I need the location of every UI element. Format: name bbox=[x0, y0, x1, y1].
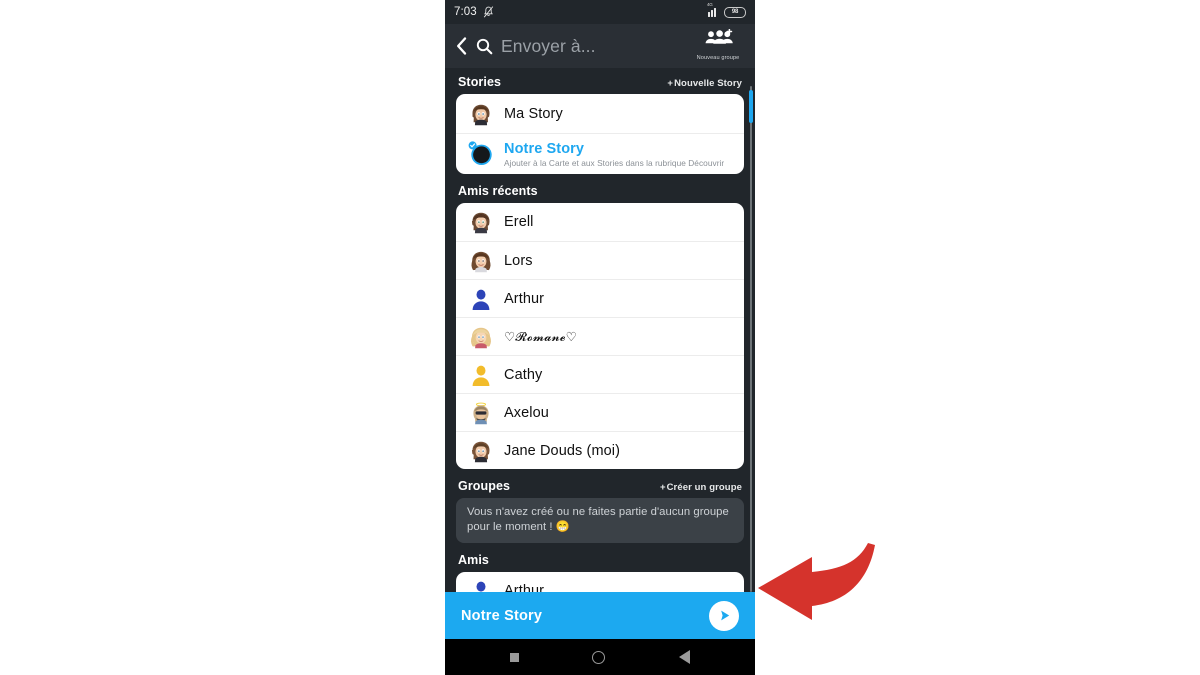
story-name: Ma Story bbox=[504, 105, 563, 122]
back-chevron-icon[interactable] bbox=[455, 36, 468, 56]
friend-row[interactable]: ♡𝓡𝓸𝓶𝓪𝓷𝓮♡ bbox=[456, 317, 744, 355]
scrollbar-track[interactable] bbox=[750, 86, 752, 592]
send-bar-label: Notre Story bbox=[461, 607, 543, 624]
android-nav-bar bbox=[445, 639, 755, 675]
new-story-label: Nouvelle Story bbox=[674, 78, 742, 89]
our-story-avatar-icon bbox=[468, 141, 494, 167]
network-type-label: 4G bbox=[707, 2, 713, 7]
section-title-stories: Stories bbox=[458, 75, 502, 89]
friend-row[interactable]: Cathy bbox=[456, 355, 744, 393]
circle-icon[interactable] bbox=[592, 650, 606, 664]
bitmoji-avatar-icon bbox=[468, 400, 494, 426]
curved-arrow-left-icon bbox=[758, 543, 875, 620]
default-avatar-icon bbox=[468, 286, 494, 312]
bitmoji-avatar-icon bbox=[468, 438, 494, 464]
new-group-button[interactable]: Nouveau groupe bbox=[691, 28, 745, 64]
screenshot-stage: 7:03 4G 98 Envoyer à... Nouveau groupe S… bbox=[0, 0, 1200, 675]
plus-icon: + bbox=[659, 482, 666, 493]
status-right-group: 4G 98 bbox=[707, 2, 746, 18]
section-header-groups: Groupes +Créer un groupe bbox=[445, 469, 755, 498]
section-header-stories: Stories +Nouvelle Story bbox=[445, 68, 755, 94]
story-text-wrap: Notre Story Ajouter à la Carte et aux St… bbox=[504, 141, 724, 168]
phone-screen: 7:03 4G 98 Envoyer à... Nouveau groupe S… bbox=[445, 0, 755, 675]
friend-row[interactable]: Erell bbox=[456, 203, 744, 241]
friend-name: ♡𝓡𝓸𝓶𝓪𝓷𝓮♡ bbox=[504, 329, 577, 344]
friend-row[interactable]: Axelou bbox=[456, 393, 744, 431]
friend-name: Jane Douds (moi) bbox=[504, 442, 621, 459]
bitmoji-avatar-icon bbox=[468, 324, 494, 350]
story-row-ma-story[interactable]: Ma Story bbox=[456, 94, 744, 133]
new-group-label: Nouveau groupe bbox=[696, 54, 740, 61]
content-scroll-area[interactable]: Stories +Nouvelle Story Ma Story Notre S… bbox=[445, 68, 755, 600]
friend-row[interactable]: Arthur bbox=[456, 279, 744, 317]
section-header-recent-friends: Amis récents bbox=[445, 174, 755, 203]
bell-muted-icon bbox=[483, 6, 494, 18]
new-story-button[interactable]: +Nouvelle Story bbox=[667, 78, 742, 89]
group-add-icon bbox=[691, 28, 745, 46]
groups-empty-message: Vous n'avez créé ou ne faites partie d'a… bbox=[456, 498, 744, 543]
recent-friends-card: Erell Lors Arthur ♡𝓡𝓸𝓶𝓪𝓷𝓮♡ Cathy Axelou … bbox=[456, 203, 744, 469]
create-group-label: Créer un groupe bbox=[666, 482, 742, 493]
friend-name: Cathy bbox=[504, 366, 543, 383]
stories-card: Ma Story Notre Story Ajouter à la Carte … bbox=[456, 94, 744, 174]
section-title-groups: Groupes bbox=[458, 479, 511, 493]
send-arrow-icon bbox=[720, 610, 729, 621]
search-icon bbox=[476, 38, 493, 55]
story-name: Notre Story bbox=[504, 140, 585, 157]
section-header-friends: Amis bbox=[445, 543, 755, 572]
plus-icon: + bbox=[667, 78, 674, 89]
search-header: Envoyer à... Nouveau groupe bbox=[445, 24, 755, 68]
send-bar[interactable]: Notre Story bbox=[445, 592, 755, 639]
bitmoji-avatar-icon bbox=[468, 209, 494, 235]
friend-name: Lors bbox=[504, 252, 533, 269]
scrollbar-thumb[interactable] bbox=[749, 90, 753, 123]
default-avatar-icon bbox=[468, 362, 494, 388]
battery-icon: 98 bbox=[724, 6, 746, 18]
friend-row[interactable]: Lors bbox=[456, 241, 744, 279]
bitmoji-avatar-icon bbox=[468, 248, 494, 274]
battery-level-label: 98 bbox=[731, 9, 739, 15]
story-subtitle: Ajouter à la Carte et aux Stories dans l… bbox=[504, 157, 725, 168]
status-time: 7:03 bbox=[454, 6, 477, 18]
create-group-button[interactable]: +Créer un groupe bbox=[660, 482, 742, 493]
square-icon[interactable] bbox=[509, 652, 519, 662]
triangle-back-icon[interactable] bbox=[679, 650, 691, 664]
friend-name: Arthur bbox=[504, 290, 545, 307]
friend-name: Axelou bbox=[504, 404, 549, 421]
story-row-notre-story[interactable]: Notre Story Ajouter à la Carte et aux St… bbox=[456, 133, 744, 174]
send-button[interactable] bbox=[709, 600, 739, 631]
friend-row[interactable]: Jane Douds (moi) bbox=[456, 431, 744, 469]
signal-bars-icon: 4G bbox=[707, 2, 719, 17]
friend-name: Erell bbox=[504, 214, 534, 230]
bitmoji-avatar-icon bbox=[468, 101, 494, 127]
status-bar: 7:03 4G 98 bbox=[445, 0, 755, 24]
section-title-friends: Amis bbox=[458, 552, 489, 567]
search-input[interactable]: Envoyer à... bbox=[501, 36, 681, 57]
section-title-recent-friends: Amis récents bbox=[458, 184, 538, 198]
